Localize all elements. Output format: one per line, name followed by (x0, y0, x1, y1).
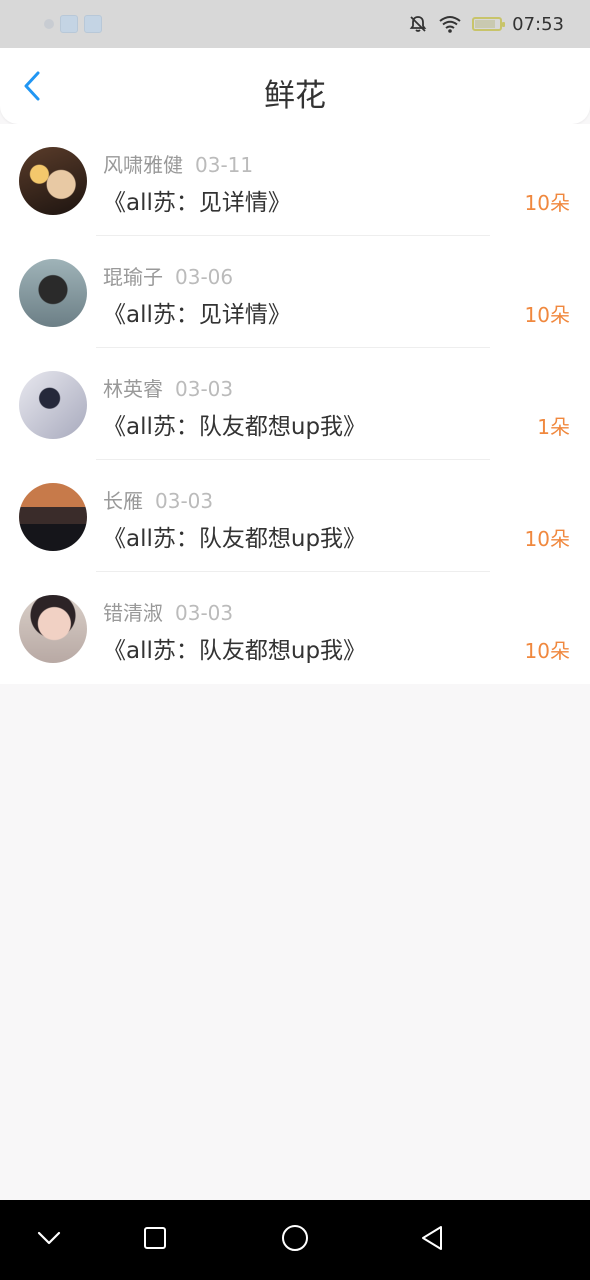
header-bar: 鲜花 (0, 48, 590, 124)
item-date: 03-03 (175, 377, 234, 401)
user-name[interactable]: 风啸雅健 (103, 153, 183, 177)
book-title[interactable]: 《all苏：队友都想up我》 (103, 407, 366, 441)
user-name[interactable]: 琨瑜子 (103, 265, 163, 289)
avatar[interactable] (19, 371, 87, 439)
app-notification-icon (60, 15, 78, 33)
list-item[interactable]: 风啸雅健 03-11 《all苏：见详情》 10朵 (0, 124, 590, 236)
item-date: 03-03 (175, 601, 234, 625)
nav-back-button[interactable] (414, 1222, 450, 1258)
page-title: 鲜花 (264, 78, 326, 114)
triangle-back-icon (420, 1224, 444, 1256)
list-item[interactable]: 林英睿 03-03 《all苏：队友都想up我》 1朵 (0, 348, 590, 460)
user-name[interactable]: 林英睿 (103, 377, 163, 401)
avatar[interactable] (19, 147, 87, 215)
flower-list: 风啸雅健 03-11 《all苏：见详情》 10朵 琨瑜子 03-06 《all苏：… (0, 124, 590, 684)
item-date: 03-11 (195, 153, 254, 177)
book-title[interactable]: 《all苏：见详情》 (103, 183, 291, 217)
nav-hide-button[interactable] (31, 1222, 67, 1258)
list-item[interactable]: 错清淑 03-03 《all苏：队友都想up我》 10朵 (0, 572, 590, 684)
circle-icon (281, 1224, 309, 1256)
nav-home-button[interactable] (277, 1222, 313, 1258)
user-name[interactable]: 错清淑 (103, 601, 163, 625)
list-item[interactable]: 长雁 03-03 《all苏：队友都想up我》 10朵 (0, 460, 590, 572)
nav-recents-button[interactable] (137, 1222, 173, 1258)
square-icon (143, 1226, 167, 1254)
bell-off-icon (408, 14, 428, 34)
avatar[interactable] (19, 259, 87, 327)
notification-dot-icon (44, 19, 54, 29)
system-nav-bar (0, 1200, 590, 1280)
book-title[interactable]: 《all苏：队友都想up我》 (103, 631, 366, 665)
flower-count: 10朵 (524, 639, 570, 663)
book-title[interactable]: 《all苏：队友都想up我》 (103, 519, 366, 553)
avatar[interactable] (19, 483, 87, 551)
notification-icons (0, 15, 102, 33)
status-indicators: 07:53 (408, 14, 590, 35)
user-name[interactable]: 长雁 (103, 489, 143, 513)
flower-count: 1朵 (537, 415, 570, 439)
flower-count: 10朵 (524, 191, 570, 215)
item-date: 03-03 (155, 489, 214, 513)
clock: 07:53 (512, 13, 564, 35)
app-notification-icon (84, 15, 102, 33)
flower-count: 10朵 (524, 527, 570, 551)
book-title[interactable]: 《all苏：见详情》 (103, 295, 291, 329)
chevron-down-icon (36, 1230, 62, 1250)
list-item[interactable]: 琨瑜子 03-06 《all苏：见详情》 10朵 (0, 236, 590, 348)
item-date: 03-06 (175, 265, 234, 289)
battery-icon (472, 17, 506, 31)
avatar[interactable] (19, 595, 87, 663)
flower-count: 10朵 (524, 303, 570, 327)
status-bar: 07:53 (0, 0, 590, 48)
wifi-icon (438, 15, 462, 33)
